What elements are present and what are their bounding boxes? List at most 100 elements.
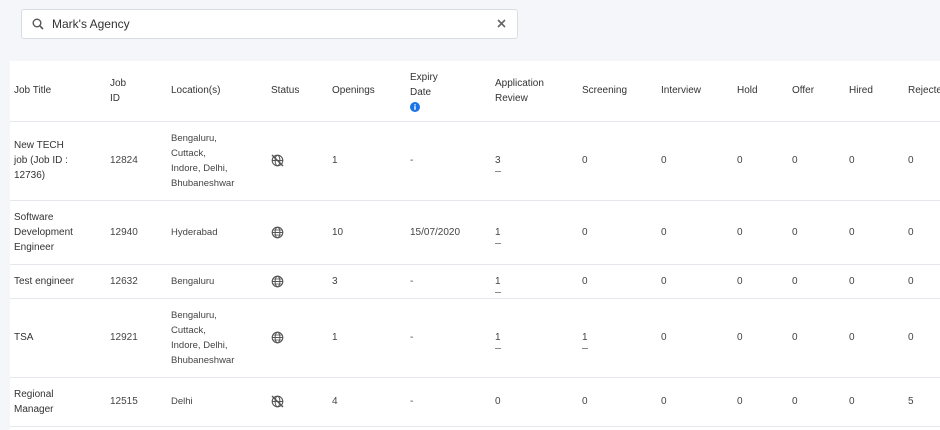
interview-cell: 0 [657, 377, 733, 427]
rejected-cell: 0 [904, 200, 940, 265]
app_review-count-link[interactable]: 1 [495, 225, 501, 244]
title-line: Test engineer [14, 275, 75, 287]
job-id-cell: 12824 [106, 121, 167, 201]
hold-cell: 0 [733, 377, 788, 427]
title-line: Manager [14, 403, 54, 415]
col-header-locations[interactable]: Location(s) [167, 61, 267, 122]
col-header-job-id[interactable]: Job ID [106, 61, 167, 122]
col-header-rejected[interactable]: Rejected [904, 61, 940, 122]
screening-cell[interactable]: 1 [578, 298, 657, 378]
col-header-application-review[interactable]: Application Review [491, 61, 578, 122]
expiry-date-cell: 15/07/2020 [406, 200, 491, 265]
globe-off-icon[interactable] [271, 395, 324, 408]
title-line: Software [14, 211, 54, 223]
expiry-date-cell: - [406, 121, 491, 201]
job-id-cell: 12940 [106, 200, 167, 265]
expiry-date-cell: - [406, 264, 491, 299]
application-review-cell[interactable]: 3 [491, 121, 578, 201]
table-row[interactable]: Test engineer 12632 Bengaluru 3-1 0 0 0 0 0 0 [10, 264, 940, 299]
offer-cell: 0 [788, 121, 845, 201]
hold-cell: 0 [733, 121, 788, 201]
col-header-screening[interactable]: Screening [578, 61, 657, 122]
offer-cell: 0 [788, 264, 845, 299]
application-review-cell: 0 [491, 377, 578, 427]
table-row[interactable]: Software Development Engineer 12940 Hyderaba… [10, 200, 940, 265]
col-header-hold[interactable]: Hold [733, 61, 788, 122]
jobs-table: Job Title Job ID Location(s) Status Open… [10, 61, 940, 427]
hired-cell: 0 [845, 264, 904, 299]
hired-cell: 0 [845, 200, 904, 265]
globe-icon[interactable] [271, 331, 324, 344]
openings-cell: 3 [328, 264, 406, 299]
offer-cell: 0 [788, 200, 845, 265]
app_review-count-link[interactable]: 1 [495, 274, 501, 293]
close-icon[interactable] [496, 18, 507, 29]
job-id-cell: 12515 [106, 377, 167, 427]
openings-cell: 1 [328, 298, 406, 378]
col-header-expiry-line2: Date [410, 86, 432, 98]
title-line: Regional [14, 388, 54, 400]
title-line: TSA [14, 332, 34, 343]
col-header-job-title[interactable]: Job Title [10, 61, 106, 122]
hired-cell: 0 [845, 377, 904, 427]
loc-line: Bhubaneshwar [171, 177, 235, 189]
table-row[interactable]: TSA 12921 Bengaluru, Cuttack, Indore, Delhi,… [10, 298, 940, 378]
col-header-app-review-line2: Review [495, 92, 528, 104]
locations-cell: Delhi [167, 377, 267, 427]
col-header-openings[interactable]: Openings [328, 61, 406, 122]
loc-line: Hyderabad [171, 226, 218, 238]
globe-off-icon[interactable] [271, 154, 324, 167]
table-row[interactable]: New TECH job (Job ID : 12736) 12824 Bengalur… [10, 121, 940, 201]
loc-line: Indore, Delhi, [171, 162, 228, 174]
col-header-status[interactable]: Status [267, 61, 328, 122]
col-header-expiry-date[interactable]: Expiry Date [406, 61, 491, 122]
title-line: Development [14, 226, 73, 238]
job-id-cell: 12921 [106, 298, 167, 378]
locations-cell: Bengaluru, Cuttack, Indore, Delhi, Bhubanes… [167, 298, 267, 378]
table-row[interactable]: Regional Manager 12515 Delhi 4-0 0 0 0 0 0 5 [10, 377, 940, 427]
globe-icon[interactable] [271, 226, 324, 239]
interview-cell: 0 [657, 298, 733, 378]
status-cell [267, 298, 328, 378]
openings-cell: 10 [328, 200, 406, 265]
col-header-hired[interactable]: Hired [845, 61, 904, 122]
loc-line: Bengaluru, [171, 309, 217, 321]
job-title-cell[interactable]: Software Development Engineer [10, 200, 106, 265]
col-header-job-id-line1: Job [110, 77, 127, 89]
job-id-cell: 12632 [106, 264, 167, 299]
hired-cell: 0 [845, 298, 904, 378]
hold-cell: 0 [733, 200, 788, 265]
search-input[interactable] [52, 14, 492, 34]
col-header-interview[interactable]: Interview [657, 61, 733, 122]
job-title-cell[interactable]: TSA [10, 298, 106, 378]
locations-cell: Hyderabad [167, 200, 267, 265]
application-review-cell[interactable]: 1 [491, 200, 578, 265]
interview-cell: 0 [657, 200, 733, 265]
globe-icon[interactable] [271, 275, 324, 288]
screening-count-link[interactable]: 1 [582, 330, 588, 349]
title-line: job (Job ID : [14, 155, 68, 166]
job-title-cell[interactable]: New TECH job (Job ID : 12736) [10, 121, 106, 201]
search-box[interactable] [21, 9, 518, 39]
application-review-cell[interactable]: 1 [491, 264, 578, 299]
openings-cell: 4 [328, 377, 406, 427]
title-line: Engineer [14, 241, 55, 253]
screening-cell: 0 [578, 121, 657, 201]
offer-cell: 0 [788, 377, 845, 427]
hold-cell: 0 [733, 264, 788, 299]
jobs-table-container[interactable]: Job Title Job ID Location(s) Status Open… [10, 61, 940, 430]
status-cell [267, 264, 328, 299]
loc-line: Indore, Delhi, [171, 339, 228, 351]
app_review-count-link[interactable]: 1 [495, 330, 501, 349]
job-title-cell[interactable]: Regional Manager [10, 377, 106, 427]
title-line: 12736) [14, 170, 46, 181]
hired-cell: 0 [845, 121, 904, 201]
application-review-cell[interactable]: 1 [491, 298, 578, 378]
app_review-count-link[interactable]: 3 [495, 153, 501, 172]
job-title-cell[interactable]: Test engineer [10, 264, 106, 299]
info-icon[interactable] [410, 101, 420, 112]
col-header-offer[interactable]: Offer [788, 61, 845, 122]
status-cell [267, 377, 328, 427]
title-line: New TECH [14, 140, 64, 151]
loc-line: Bengaluru, [171, 132, 217, 144]
